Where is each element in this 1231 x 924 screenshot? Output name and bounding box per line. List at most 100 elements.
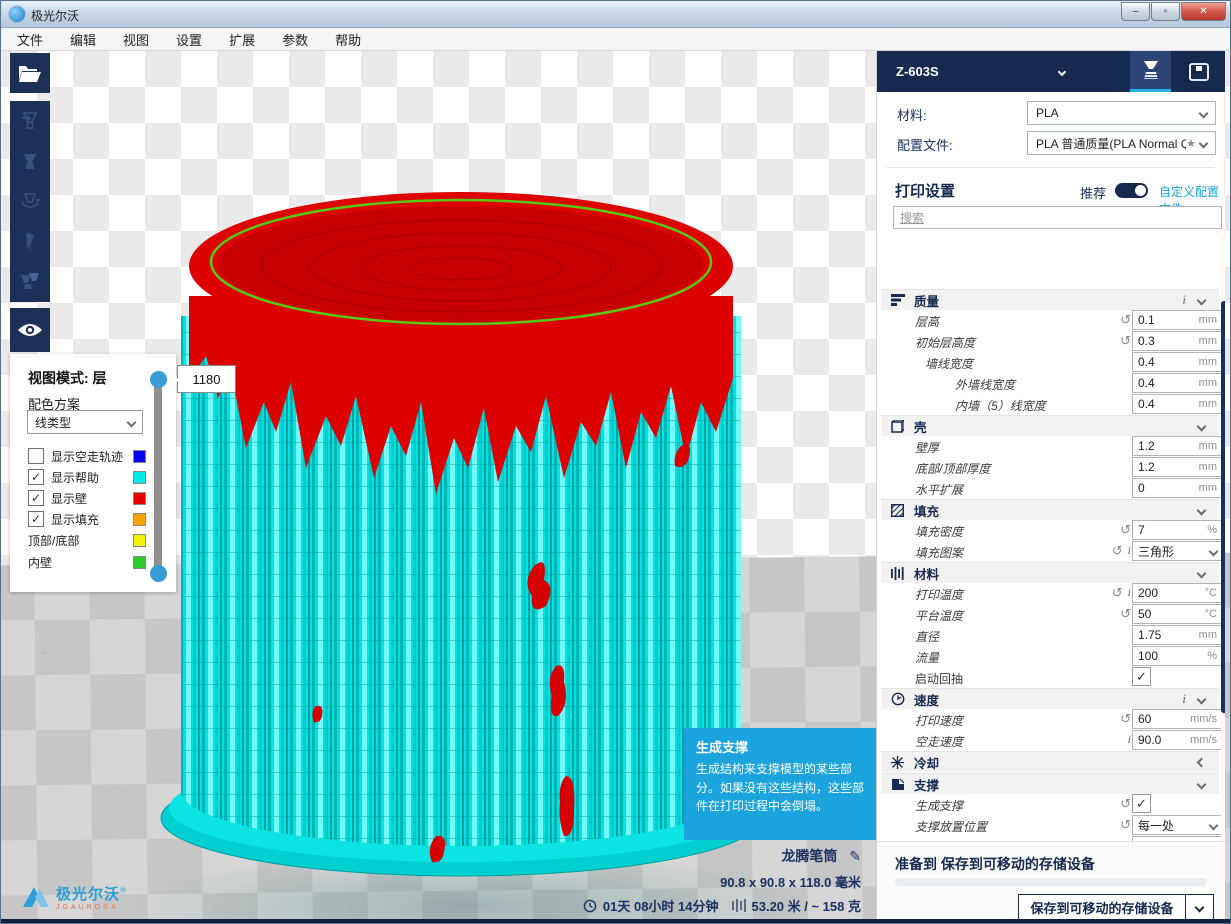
progress-bar xyxy=(895,878,1207,886)
setting-input[interactable]: 0.1mm xyxy=(1132,310,1223,330)
setting-input[interactable]: 90.0mm/s xyxy=(1132,730,1223,750)
menu-extensions[interactable]: 扩展 xyxy=(229,30,255,49)
view-options-button[interactable]: ⌄ xyxy=(10,308,50,352)
info-icon: i xyxy=(1128,585,1131,600)
setting-input[interactable]: 60mm/s xyxy=(1132,709,1223,729)
setting-input[interactable]: 1.75mm xyxy=(1132,625,1223,645)
color-scheme-select[interactable]: 线类型 xyxy=(27,410,143,434)
setting-row: 层高 ↺ 0.1mm xyxy=(881,310,1219,331)
material-usage: 53.20 米 / ~ 158 克 xyxy=(752,896,862,915)
chevron-left-icon xyxy=(1197,758,1207,768)
rename-pencil-icon[interactable]: ✎ xyxy=(849,848,861,864)
section-material[interactable]: 材料 xyxy=(881,562,1219,583)
layer-slider-track[interactable] xyxy=(154,379,162,575)
reset-icon[interactable]: ↺ xyxy=(1120,312,1131,327)
reset-icon[interactable]: ↺ xyxy=(1120,711,1131,726)
setting-checkbox[interactable]: ✓ xyxy=(1132,667,1151,686)
checkbox[interactable]: ✓ xyxy=(28,511,44,527)
option-show-travels[interactable]: 显示空走轨迹 xyxy=(28,446,123,466)
open-file-button[interactable] xyxy=(10,53,50,93)
reset-icon[interactable]: ↺ xyxy=(1120,522,1131,537)
setting-input[interactable]: 1.2mm xyxy=(1132,457,1223,477)
chevron-down-icon xyxy=(1197,506,1207,516)
maximize-button[interactable]: ▫ xyxy=(1151,2,1180,21)
setting-input[interactable]: 100% xyxy=(1132,646,1223,666)
checkbox[interactable]: ✓ xyxy=(28,469,44,485)
option-show-infill[interactable]: ✓ 显示填充 xyxy=(28,509,99,529)
section-speed[interactable]: 速度 i xyxy=(881,688,1219,709)
tool-per-model-settings-button[interactable] xyxy=(10,261,50,301)
checkbox[interactable]: ✓ xyxy=(28,490,44,506)
reset-icon[interactable]: ↺ xyxy=(1120,817,1131,832)
option-show-shell[interactable]: ✓ 显示壁 xyxy=(28,488,87,508)
chevron-down-icon xyxy=(1209,820,1219,830)
setting-input[interactable]: 7% xyxy=(1132,520,1223,540)
menu-file[interactable]: 文件 xyxy=(17,30,43,49)
setting-input[interactable]: 0.4mm xyxy=(1132,352,1223,372)
printer-select[interactable]: Z-603S xyxy=(896,64,939,79)
layer-number-callout: 1180 xyxy=(177,365,236,393)
section-support[interactable]: 支撑 xyxy=(881,773,1219,794)
application-window: 极光尔沃 – ▫ ✕ 文件 编辑 视图 设置 扩展 参数 帮助 xyxy=(0,0,1231,924)
menu-help[interactable]: 帮助 xyxy=(335,30,361,49)
setting-input[interactable]: 0.4mm xyxy=(1132,394,1223,414)
reset-icon[interactable]: ↺ xyxy=(1120,333,1131,348)
tool-mirror-button[interactable] xyxy=(10,221,50,261)
section-infill[interactable]: 填充 xyxy=(881,499,1219,520)
reset-icon[interactable]: ↺ xyxy=(1112,585,1123,600)
layer-slider-upper-handle[interactable] xyxy=(150,371,167,388)
menu-view[interactable]: 视图 xyxy=(123,30,149,49)
setting-row: 底部/顶部厚度 1.2mm xyxy=(881,457,1219,478)
save-to-removable-button[interactable]: 保存到可移动的存储设备 xyxy=(1018,894,1214,921)
chevron-down-icon xyxy=(1197,296,1207,306)
shell-cube-icon xyxy=(890,419,905,434)
section-quality[interactable]: 质量 i xyxy=(881,289,1219,310)
setting-input[interactable]: 50°C xyxy=(1132,604,1223,624)
section-cooling[interactable]: 冷却 xyxy=(881,751,1219,772)
monitor-tab[interactable] xyxy=(1178,51,1219,92)
settings-scrollbar[interactable] xyxy=(1221,237,1225,887)
profile-select[interactable]: PLA 普通质量(PLA Normal Qua ★ xyxy=(1027,131,1216,155)
color-swatch xyxy=(133,556,146,569)
setting-checkbox[interactable]: ✓ xyxy=(1132,794,1151,813)
tool-rotate-button[interactable] xyxy=(10,181,50,221)
settings-mode-toggle[interactable] xyxy=(1115,183,1148,198)
setting-select[interactable]: 三角形 xyxy=(1132,541,1223,561)
setting-input[interactable]: 1.2mm xyxy=(1132,436,1223,456)
tool-scale-button[interactable] xyxy=(10,141,50,181)
brand-logo: 极光尔沃® JGAURORA xyxy=(21,883,126,911)
tool-move-button[interactable] xyxy=(10,101,50,141)
reset-icon[interactable]: ↺ xyxy=(1120,606,1131,621)
setting-select[interactable]: 每一处 xyxy=(1132,815,1223,835)
search-input[interactable] xyxy=(893,206,1222,229)
material-select[interactable]: PLA xyxy=(1027,101,1216,125)
reset-icon[interactable]: ↺ xyxy=(1120,796,1131,811)
setting-input[interactable]: 0.4mm xyxy=(1132,373,1223,393)
checkbox[interactable] xyxy=(28,448,44,464)
material-usage-icon xyxy=(731,899,746,912)
setting-input[interactable]: 0mm xyxy=(1132,478,1223,498)
menu-settings[interactable]: 设置 xyxy=(176,30,202,49)
tool-column xyxy=(10,101,50,302)
section-shell[interactable]: 壳 xyxy=(881,415,1219,436)
printer-header: Z-603S xyxy=(877,51,1225,92)
settings-list: 质量 i 层高 ↺ 0.1mm 初始层高度 ↺ 0.3mm 墙线宽度 0.4mm… xyxy=(877,237,1225,887)
settings-panel: Z-603S 材料: PLA 配置文件: xyxy=(876,51,1224,919)
info-icon: i xyxy=(1128,543,1131,558)
setting-input[interactable]: 0.3mm xyxy=(1132,331,1223,351)
menu-edit[interactable]: 编辑 xyxy=(70,30,96,49)
reset-icon[interactable]: ↺ xyxy=(1112,543,1123,558)
close-button[interactable]: ✕ xyxy=(1181,2,1226,21)
menu-parameters[interactable]: 参数 xyxy=(282,30,308,49)
save-options-arrow[interactable] xyxy=(1185,895,1213,920)
minimize-button[interactable]: – xyxy=(1121,2,1150,21)
chevron-down-icon xyxy=(1195,903,1205,913)
chevron-down-icon xyxy=(1197,695,1207,705)
setting-input[interactable]: 200°C xyxy=(1132,583,1223,603)
profile-label: 配置文件: xyxy=(897,135,953,154)
scrollbar-thumb[interactable] xyxy=(1221,301,1225,713)
prepare-tab[interactable] xyxy=(1130,51,1171,92)
layer-slider-lower-handle[interactable] xyxy=(150,565,167,582)
setting-row: 填充图案 ↺i 三角形 xyxy=(881,541,1219,562)
option-show-helpers[interactable]: ✓ 显示帮助 xyxy=(28,467,99,487)
